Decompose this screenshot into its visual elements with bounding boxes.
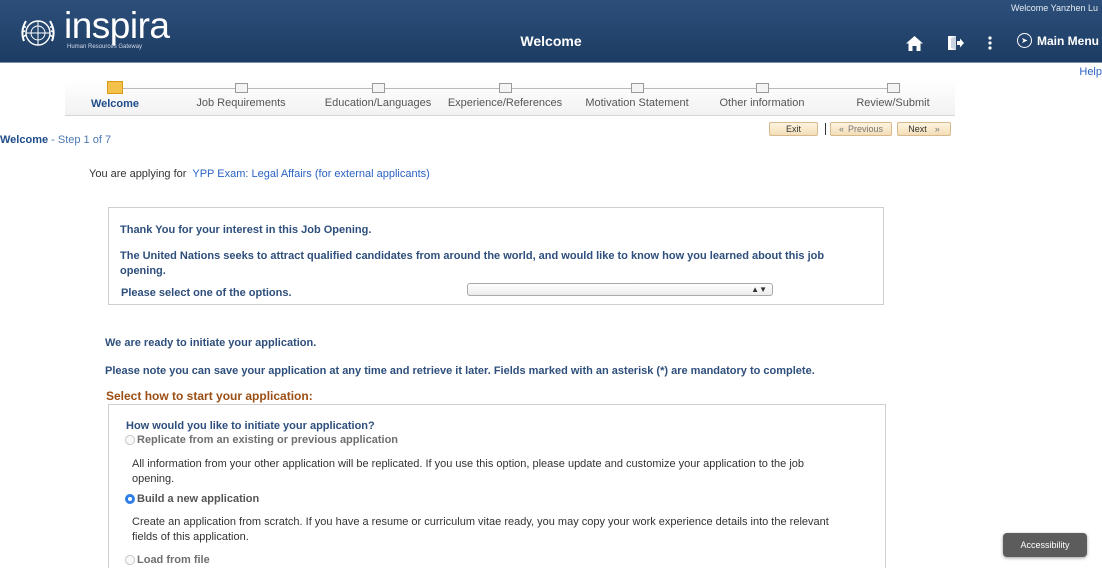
- next-label: Next: [908, 124, 927, 134]
- more-vertical-icon[interactable]: [980, 33, 1000, 53]
- step-train: Welcome Job Requirements Education/Langu…: [65, 80, 955, 116]
- step-box: [371, 83, 385, 93]
- step-label: Welcome: [90, 98, 140, 110]
- chevron-left-icon: «: [838, 124, 844, 134]
- step-box: [886, 83, 900, 93]
- applying-for: You are applying for YPP Exam: Legal Aff…: [89, 168, 430, 180]
- previous-button[interactable]: « Previous: [830, 122, 892, 136]
- option-description: Create an application from scratch. If y…: [132, 516, 829, 543]
- step-experience-references[interactable]: Experience/References: [438, 80, 572, 109]
- step-label: Education/Languages: [324, 97, 432, 109]
- chevron-right-icon: »: [934, 124, 940, 134]
- next-button[interactable]: Next »: [897, 122, 951, 136]
- option-replicate[interactable]: Replicate from an existing or previous a…: [125, 434, 398, 446]
- source-select[interactable]: ▲▼: [467, 283, 773, 296]
- option-load-file[interactable]: Load from file: [125, 554, 210, 566]
- welcome-user: Welcome Yanzhen Lu: [1010, 3, 1098, 13]
- step-review-submit[interactable]: Review/Submit: [841, 80, 945, 109]
- main-menu-button[interactable]: ➤ Main Menu: [1017, 33, 1099, 48]
- select-arrows-icon: ▲▼: [751, 285, 767, 294]
- step-indicator: Welcome - Step 1 of 7: [0, 134, 111, 146]
- radio-load-file[interactable]: [125, 555, 135, 565]
- exit-button[interactable]: Exit: [769, 122, 818, 136]
- thanks-text: Thank You for your interest in this Job …: [120, 224, 372, 236]
- step-indicator-page: Welcome: [0, 134, 49, 146]
- step-label: Job Requirements: [196, 97, 286, 109]
- step-job-requirements[interactable]: Job Requirements: [181, 80, 301, 109]
- step-box: [498, 83, 512, 93]
- step-box: [107, 81, 123, 94]
- un-outreach-text: The United Nations seeks to attract qual…: [120, 250, 825, 277]
- step-label: Experience/References: [447, 97, 563, 109]
- section-heading: Select how to start your application:: [106, 389, 313, 403]
- applying-prefix: You are applying for: [89, 168, 187, 180]
- option-build-new[interactable]: Build a new application: [125, 493, 259, 505]
- top-header: inspira Human Resources Gateway Welcome …: [0, 0, 1102, 63]
- step-box: [234, 83, 248, 93]
- compass-icon: ➤: [1017, 33, 1032, 48]
- option-label: Build a new application: [137, 493, 260, 505]
- step-motivation-statement[interactable]: Motivation Statement: [574, 80, 700, 109]
- step-label: Review/Submit: [856, 97, 930, 109]
- option-label: Replicate from an existing or previous a…: [137, 434, 399, 446]
- radio-build-new[interactable]: [125, 494, 135, 504]
- step-label: Other information: [719, 97, 805, 109]
- help-link[interactable]: Help: [1079, 66, 1102, 78]
- signout-icon[interactable]: [945, 33, 965, 53]
- select-label: Please select one of the options.: [121, 287, 292, 299]
- radio-replicate[interactable]: [125, 435, 135, 445]
- initiate-question: How would you like to initiate your appl…: [126, 420, 375, 432]
- save-note-text: Please note you can save your applicatio…: [105, 365, 815, 377]
- button-separator: [825, 123, 826, 135]
- previous-label: Previous: [848, 124, 884, 134]
- step-label: Motivation Statement: [585, 97, 689, 109]
- accessibility-button[interactable]: Accessibility: [1003, 533, 1087, 557]
- main-menu-label: Main Menu: [1037, 33, 1099, 48]
- step-indicator-count: - Step 1 of 7: [48, 134, 112, 146]
- interest-panel: Thank You for your interest in this Job …: [108, 207, 884, 305]
- option-label: Load from file: [137, 554, 210, 566]
- step-other-information[interactable]: Other information: [707, 80, 817, 109]
- job-opening-link[interactable]: YPP Exam: Legal Affairs (for external ap…: [192, 168, 429, 180]
- step-box: [630, 83, 644, 93]
- step-education-languages[interactable]: Education/Languages: [315, 80, 441, 109]
- ready-text: We are ready to initiate your applicatio…: [105, 337, 317, 349]
- step-box: [755, 83, 769, 93]
- initiate-panel: How would you like to initiate your appl…: [108, 404, 886, 568]
- page-title: Welcome: [520, 33, 582, 49]
- step-welcome[interactable]: Welcome: [67, 80, 163, 110]
- exit-label: Exit: [785, 124, 801, 134]
- home-icon[interactable]: [904, 33, 924, 53]
- option-description: All information from your other applicat…: [132, 458, 804, 485]
